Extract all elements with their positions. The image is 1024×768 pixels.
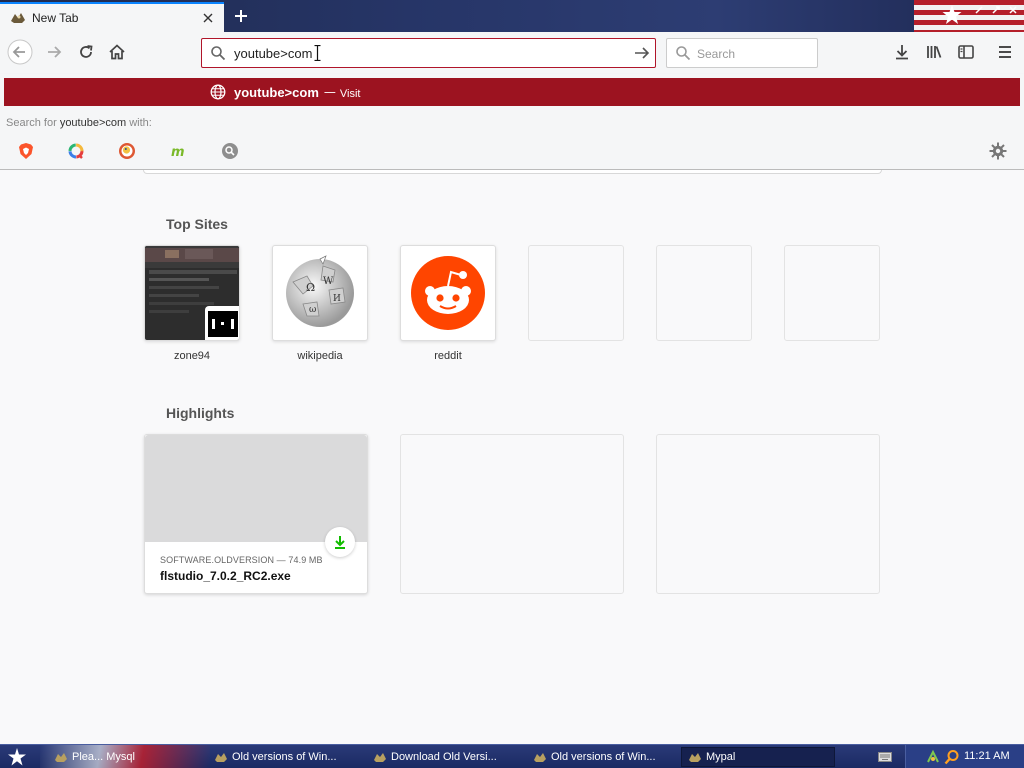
taskbar-item-label: Old versions of Win... xyxy=(232,751,337,763)
highlight-source: SOFTWARE.OLDVERSION — 74.9 MB xyxy=(160,555,323,565)
search-placeholder: Search xyxy=(697,47,736,61)
search-with-query: youtube>com xyxy=(59,117,127,129)
generic-search-icon[interactable] xyxy=(220,141,240,161)
mojeek-icon[interactable]: m xyxy=(168,141,188,161)
sidebar-icon xyxy=(957,43,975,64)
home-button[interactable] xyxy=(103,39,131,67)
download-icon xyxy=(325,527,355,557)
tab-title: New Tab xyxy=(32,11,79,25)
library-button[interactable] xyxy=(920,39,948,67)
taskbar-item-active[interactable]: Mypal xyxy=(681,747,835,767)
empty-highlight-card xyxy=(656,434,880,594)
top-site-label: zone94 xyxy=(173,350,211,362)
menu-button[interactable] xyxy=(991,39,1019,67)
taskbar-item[interactable]: Old versions of Win... xyxy=(527,747,677,767)
page-search-box-edge xyxy=(143,170,882,174)
highlight-card[interactable]: SOFTWARE.OLDVERSION — 74.9 MB flstudio_7… xyxy=(144,434,368,594)
wikipedia-globe-icon: Ω W И ω xyxy=(286,255,354,327)
svg-text:m: m xyxy=(171,145,185,158)
download-icon xyxy=(893,43,911,64)
text-cursor-icon xyxy=(314,44,321,62)
taskbar-item[interactable]: Plea... Mysql xyxy=(48,747,198,767)
top-site-label: reddit xyxy=(434,350,462,362)
top-sites-heading: Top Sites xyxy=(166,216,228,232)
search-with-label: Search for youtube>com with: xyxy=(6,117,152,129)
svg-text:Ω: Ω xyxy=(306,281,315,294)
close-window-button[interactable] xyxy=(1006,4,1020,16)
library-icon xyxy=(925,43,943,64)
search-with-suffix: with: xyxy=(129,117,152,129)
top-site-label: wikipedia xyxy=(297,350,343,362)
highlight-thumbnail xyxy=(145,435,367,542)
svg-text:ω: ω xyxy=(309,305,316,315)
tab-new-tab[interactable]: New Tab xyxy=(0,2,224,32)
downloads-button[interactable] xyxy=(888,39,916,67)
highlight-filename: flstudio_7.0.2_RC2.exe xyxy=(160,569,291,583)
home-icon xyxy=(108,43,126,64)
search-with-prefix: Search for xyxy=(6,117,57,129)
mypal-icon xyxy=(10,11,26,25)
qwant-icon[interactable] xyxy=(66,141,86,161)
url-bar[interactable]: youtube>com xyxy=(201,38,656,68)
forward-button[interactable] xyxy=(40,39,68,67)
search-icon xyxy=(675,45,691,64)
go-arrow-icon[interactable] xyxy=(633,44,651,65)
taskbar-item-label: Plea... Mysql xyxy=(72,751,135,763)
svg-text:И: И xyxy=(333,294,341,304)
hamburger-icon xyxy=(997,44,1013,63)
minimize-button[interactable] xyxy=(972,4,986,16)
forward-arrow-icon xyxy=(45,43,63,64)
gear-icon[interactable] xyxy=(988,141,1008,161)
mypal-icon xyxy=(689,753,701,762)
maximize-button[interactable] xyxy=(989,4,1003,16)
taskbar: Plea... Mysql Old versions of Win... Dow… xyxy=(0,744,1024,768)
taskbar-item-label: Download Old Versi... xyxy=(391,751,497,763)
new-tab-button[interactable] xyxy=(230,5,252,27)
empty-highlight-card xyxy=(400,434,624,594)
taskbar-item-label: Mypal xyxy=(706,751,736,763)
suggestion-separator: — xyxy=(323,85,336,99)
sidebar-button[interactable] xyxy=(952,39,980,67)
empty-top-site-tile xyxy=(784,245,880,341)
star-icon xyxy=(942,5,962,24)
empty-top-site-tile xyxy=(528,245,624,341)
mypal-icon xyxy=(55,753,67,762)
search-icon xyxy=(210,45,226,64)
search-icon[interactable] xyxy=(944,749,960,765)
highlights-heading: Highlights xyxy=(166,405,235,421)
reload-button[interactable] xyxy=(72,39,100,67)
url-input[interactable]: youtube>com xyxy=(234,46,312,61)
back-button[interactable] xyxy=(6,39,34,67)
close-tab-icon[interactable] xyxy=(198,8,218,28)
site-favicon xyxy=(205,306,239,340)
reload-icon xyxy=(77,43,95,64)
reddit-icon xyxy=(411,256,485,330)
globe-icon xyxy=(210,84,226,100)
clock: 11:21 AM xyxy=(964,750,1010,762)
taskbar-item[interactable]: Download Old Versi... xyxy=(367,747,522,767)
taskbar-item[interactable]: Old versions of Win... xyxy=(208,747,363,767)
search-bar[interactable]: Search xyxy=(666,38,818,68)
brave-icon[interactable] xyxy=(16,141,36,161)
suggestion-row[interactable]: youtube>com — Visit xyxy=(4,78,1020,106)
network-icon[interactable] xyxy=(926,749,940,765)
mypal-icon xyxy=(534,753,546,762)
top-site-tile[interactable]: Ω W И ω xyxy=(272,245,368,341)
keyboard-icon[interactable] xyxy=(878,752,892,762)
suggestion-action: Visit xyxy=(339,87,361,100)
svg-text:W: W xyxy=(323,276,334,287)
start-star-icon[interactable] xyxy=(4,747,30,767)
empty-top-site-tile xyxy=(656,245,752,341)
top-site-tile[interactable] xyxy=(400,245,496,341)
duckduckgo-icon[interactable] xyxy=(117,141,137,161)
mypal-icon xyxy=(215,753,227,762)
mypal-icon xyxy=(374,753,386,762)
top-site-tile[interactable] xyxy=(144,245,240,341)
suggestion-title: youtube>com xyxy=(234,84,319,100)
back-arrow-icon xyxy=(7,39,33,68)
taskbar-item-label: Old versions of Win... xyxy=(551,751,656,763)
